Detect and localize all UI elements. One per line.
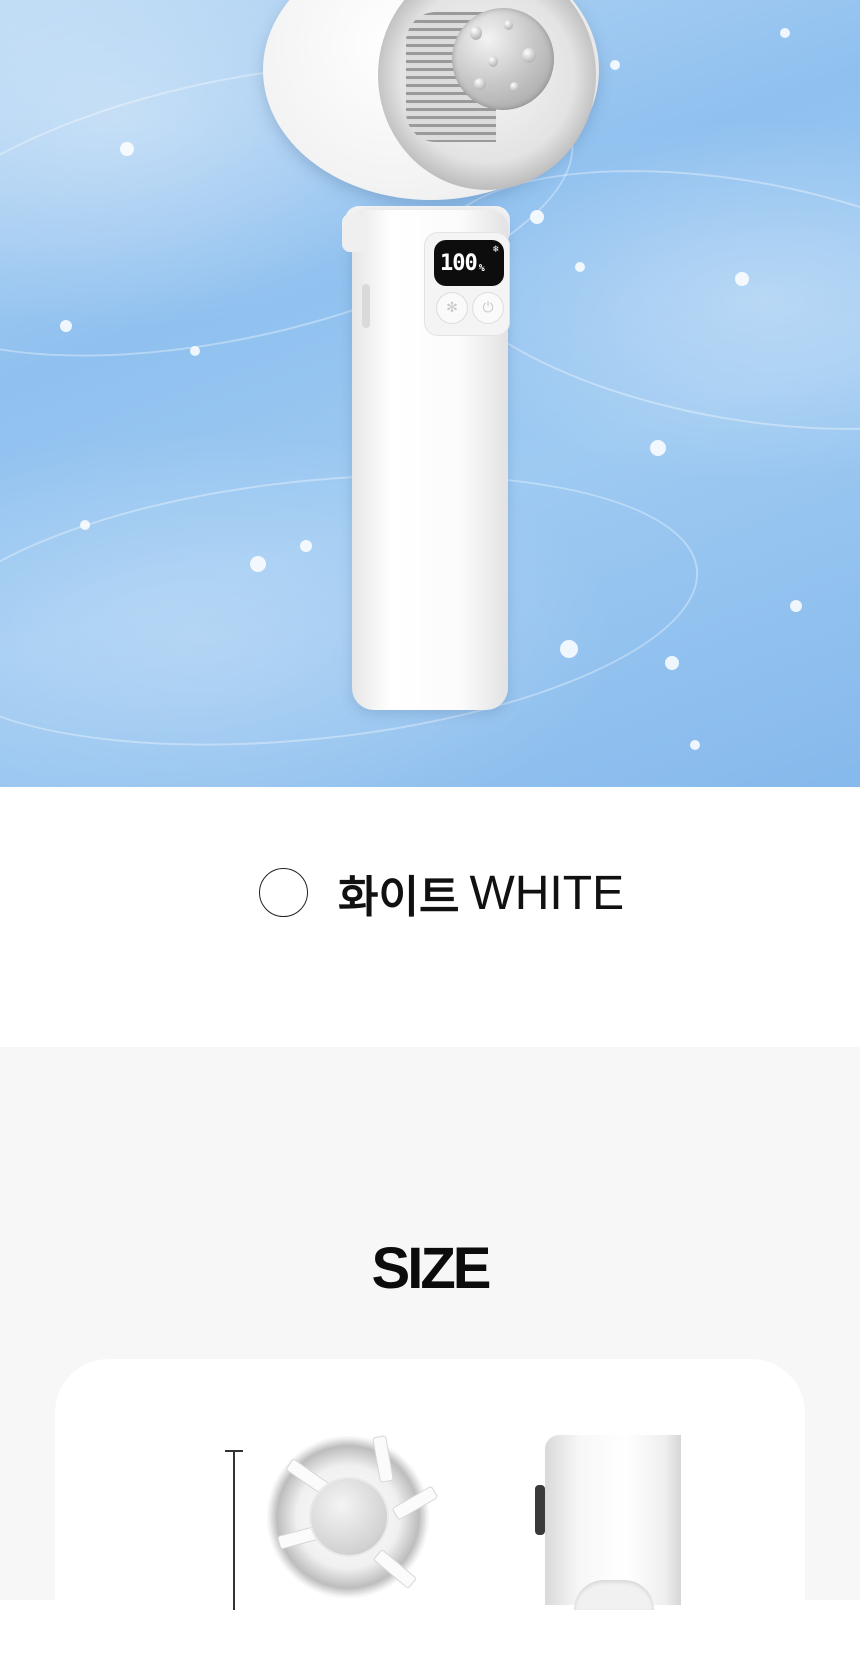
snow-sparkle — [650, 440, 666, 456]
snow-sparkle — [80, 520, 90, 530]
cooling-button: ✻ — [436, 292, 468, 324]
snow-sparkle — [250, 556, 266, 572]
snow-sparkle — [790, 600, 802, 612]
snow-sparkle — [300, 540, 312, 552]
lanyard-hook — [342, 214, 366, 252]
snow-sparkle — [190, 346, 200, 356]
battery-display: 100 % ❄ — [434, 240, 504, 286]
snow-sparkle — [60, 320, 72, 332]
color-option: 화이트 WHITE — [0, 787, 860, 1047]
product-hero-image: 100 % ❄ ✻ ⏻ — [0, 0, 860, 787]
size-card — [55, 1359, 805, 1659]
water-droplet — [470, 26, 482, 40]
snow-sparkle — [610, 60, 620, 70]
size-section: SIZE — [0, 1047, 860, 1659]
front-cooling-plate — [311, 1479, 387, 1555]
water-droplet — [510, 82, 519, 92]
snow-sparkle — [530, 210, 544, 224]
dimension-line — [233, 1450, 235, 1610]
size-title: SIZE — [371, 1236, 492, 1301]
power-button: ⏻ — [472, 292, 504, 324]
charging-slot — [362, 284, 370, 328]
side-view-rim — [663, 1435, 681, 1605]
fan-mode-icon: ⏻ — [482, 300, 494, 316]
color-name-english: WHITE — [469, 866, 625, 920]
snowflake-icon: ❄ — [492, 244, 499, 255]
snow-sparkle — [120, 142, 134, 156]
color-name: 화이트 WHITE — [338, 866, 625, 924]
snow-sparkle — [780, 28, 790, 38]
display-unit: % — [478, 262, 485, 274]
snow-sparkle — [690, 740, 700, 750]
water-droplet — [474, 78, 486, 90]
snow-sparkle — [735, 272, 749, 286]
white-color-swatch — [259, 868, 308, 917]
side-view-knob — [535, 1485, 545, 1535]
snowflake-icon: ✻ — [446, 300, 458, 316]
color-name-korean: 화이트 — [338, 872, 460, 923]
water-droplet — [522, 48, 536, 63]
snow-sparkle — [665, 656, 679, 670]
cooling-plate — [452, 8, 554, 110]
water-droplet — [504, 20, 513, 30]
water-droplet — [488, 56, 498, 67]
snow-sparkle — [575, 262, 585, 272]
display-value: 100 — [440, 250, 478, 276]
snow-sparkle — [560, 640, 578, 658]
